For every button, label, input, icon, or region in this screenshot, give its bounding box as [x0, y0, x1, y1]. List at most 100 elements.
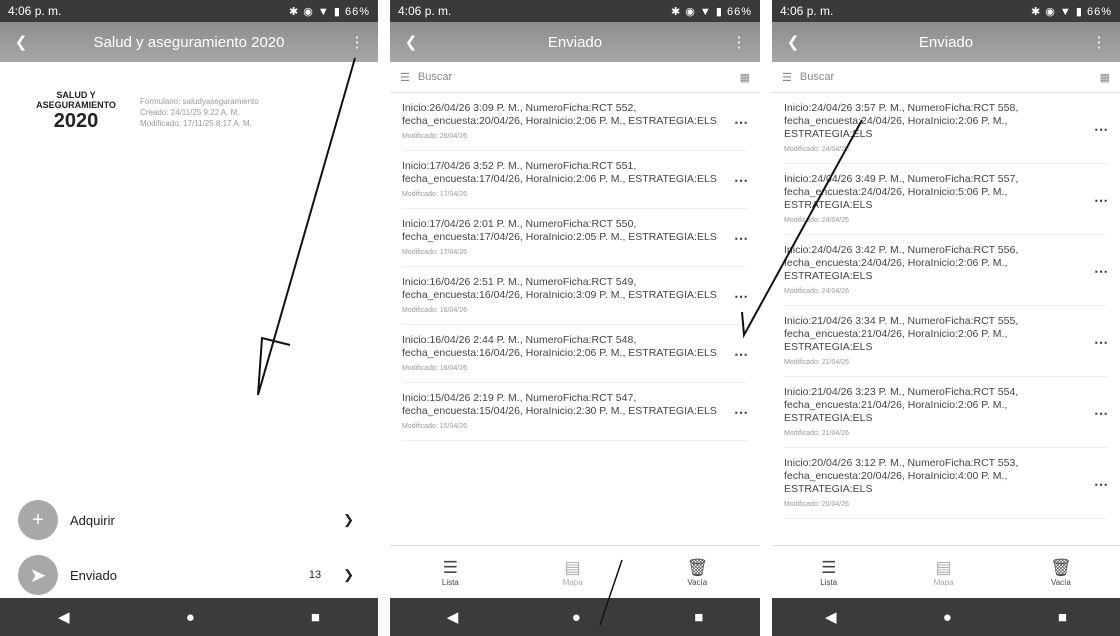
- item-sub: Modificado: 17/04/26: [402, 249, 467, 256]
- kebab-menu-icon[interactable]: ⋮: [1088, 33, 1110, 51]
- item-text: Inicio:21/04/26 3:34 P. M., NumeroFicha:…: [784, 315, 1019, 353]
- enviado-label: Enviado: [70, 567, 117, 583]
- more-icon[interactable]: ⋯: [1084, 192, 1108, 209]
- submission-list: Inicio:24/04/26 3:57 P. M., NumeroFicha:…: [772, 93, 1120, 519]
- more-icon[interactable]: ⋯: [1084, 334, 1108, 351]
- adquirir-row[interactable]: + Adquirir ❯: [18, 500, 354, 540]
- lista-button[interactable]: ☰ Lista: [442, 558, 459, 587]
- home-nav-icon[interactable]: ●: [186, 609, 195, 626]
- chevron-left-icon[interactable]: ❮: [782, 33, 804, 51]
- more-icon[interactable]: ⋯: [724, 230, 748, 247]
- app-bar: ❮ Enviado ⋮: [390, 22, 760, 62]
- list-item[interactable]: Inicio:24/04/26 3:42 P. M., NumeroFicha:…: [784, 235, 1108, 306]
- submission-list: Inicio:26/04/26 3:09 P. M., NumeroFicha:…: [390, 93, 760, 441]
- meta-line1: Formulario: saludyaseguramiento: [140, 97, 259, 106]
- select-all-icon[interactable]: ▦: [740, 71, 750, 84]
- more-icon[interactable]: ⋯: [724, 404, 748, 421]
- list-item[interactable]: Inicio:17/04/26 3:52 P. M., NumeroFicha:…: [402, 151, 748, 209]
- mapa-button[interactable]: ▤ Mapa: [934, 558, 954, 587]
- item-sub: Modificado: 24/04/26: [784, 217, 849, 224]
- kebab-menu-icon[interactable]: ⋮: [346, 33, 368, 51]
- search-row: ☰ Buscar ▦: [772, 62, 1120, 93]
- item-text: Inicio:21/04/26 3:23 P. M., NumeroFicha:…: [784, 386, 1019, 424]
- item-text: Inicio:15/04/26 2:19 P. M., NumeroFicha:…: [402, 392, 717, 417]
- more-icon[interactable]: ⋯: [1084, 121, 1108, 138]
- status-time: 4:06 p. m.: [8, 4, 62, 18]
- system-navbar: ◀ ● ■: [390, 598, 760, 636]
- recents-nav-icon[interactable]: ■: [1058, 609, 1067, 626]
- item-sub: Modificado: 26/04/26: [402, 133, 467, 140]
- mapa-button[interactable]: ▤ Mapa: [563, 558, 583, 587]
- list-item[interactable]: Inicio:17/04/26 2:01 P. M., NumeroFicha:…: [402, 209, 748, 267]
- kebab-menu-icon[interactable]: ⋮: [728, 33, 750, 51]
- item-text: Inicio:16/04/26 2:51 P. M., NumeroFicha:…: [402, 276, 717, 301]
- more-icon[interactable]: ⋯: [724, 288, 748, 305]
- page-title: Enviado: [918, 33, 974, 51]
- list-item[interactable]: Inicio:15/04/26 2:19 P. M., NumeroFicha:…: [402, 383, 748, 441]
- more-icon[interactable]: ⋯: [1084, 263, 1108, 280]
- phone-sent-list-1: 4:06 p. m. ✱ ◉ ▼ ▮ 66% ❮ Enviado ⋮ ☰ Bus…: [390, 0, 760, 636]
- map-icon: ▤: [935, 557, 952, 577]
- list-item[interactable]: Inicio:21/04/26 3:23 P. M., NumeroFicha:…: [784, 377, 1108, 448]
- enviado-count: 13: [308, 569, 322, 581]
- bottom-toolbar: ☰ Lista ▤ Mapa 🗑 Vacía: [772, 545, 1120, 598]
- list-icon: ☰: [821, 557, 837, 577]
- status-bar: 4:06 p. m. ✱ ◉ ▼ ▮ 66%: [0, 0, 378, 22]
- vacia-label: Vacía: [1050, 577, 1071, 587]
- vacia-button[interactable]: 🗑 Vacía: [1050, 558, 1072, 587]
- item-sub: Modificado: 24/04/26: [784, 288, 849, 295]
- select-all-icon[interactable]: ▦: [1100, 71, 1110, 84]
- list-item[interactable]: Inicio:26/04/26 3:09 P. M., NumeroFicha:…: [402, 93, 748, 151]
- form-meta: Formulario: saludyaseguramiento Creado: …: [140, 90, 259, 132]
- search-input[interactable]: Buscar: [418, 71, 452, 83]
- filter-icon[interactable]: ☰: [400, 71, 410, 84]
- back-nav-icon[interactable]: ◀: [825, 608, 837, 626]
- item-text: Inicio:17/04/26 2:01 P. M., NumeroFicha:…: [402, 218, 717, 243]
- chevron-right-icon: ❯: [343, 512, 354, 527]
- back-nav-icon[interactable]: ◀: [447, 608, 459, 626]
- lista-button[interactable]: ☰ Lista: [820, 558, 837, 587]
- item-text: Inicio:24/04/26 3:42 P. M., NumeroFicha:…: [784, 244, 1019, 282]
- more-icon[interactable]: ⋯: [724, 114, 748, 131]
- system-navbar: ◀ ● ■: [0, 598, 378, 636]
- list-item[interactable]: Inicio:20/04/26 3:12 P. M., NumeroFicha:…: [784, 448, 1108, 519]
- vacia-button[interactable]: 🗑 Vacía: [686, 558, 708, 587]
- enviado-row[interactable]: ➤ Enviado 13 ❯: [18, 555, 354, 595]
- item-text: Inicio:20/04/26 3:12 P. M., NumeroFicha:…: [784, 457, 1019, 495]
- list-item[interactable]: Inicio:16/04/26 2:51 P. M., NumeroFicha:…: [402, 267, 748, 325]
- item-text: Inicio:16/04/26 2:44 P. M., NumeroFicha:…: [402, 334, 717, 359]
- more-icon[interactable]: ⋯: [1084, 405, 1108, 422]
- more-icon[interactable]: ⋯: [724, 172, 748, 189]
- trash-icon: 🗑: [1050, 557, 1072, 577]
- item-sub: Modificado: 15/04/26: [402, 423, 467, 430]
- status-bar: 4:06 p. m. ✱ ◉ ▼ ▮ 66%: [390, 0, 760, 22]
- form-header: SALUD Y ASEGURAMIENTO 2020 Formulario: s…: [0, 62, 378, 132]
- chevron-left-icon[interactable]: ❮: [10, 33, 32, 51]
- more-icon[interactable]: ⋯: [724, 346, 748, 363]
- item-text: Inicio:17/04/26 3:52 P. M., NumeroFicha:…: [402, 160, 717, 185]
- list-icon: ☰: [442, 557, 458, 577]
- list-item[interactable]: Inicio:16/04/26 2:44 P. M., NumeroFicha:…: [402, 325, 748, 383]
- recents-nav-icon[interactable]: ■: [694, 609, 703, 626]
- list-item[interactable]: Inicio:21/04/26 3:34 P. M., NumeroFicha:…: [784, 306, 1108, 377]
- logo-line1: SALUD Y: [56, 90, 96, 100]
- chevron-left-icon[interactable]: ❮: [400, 33, 422, 51]
- item-sub: Modificado: 24/04/26: [784, 146, 849, 153]
- filter-icon[interactable]: ☰: [782, 71, 792, 84]
- back-nav-icon[interactable]: ◀: [58, 608, 70, 626]
- search-input[interactable]: Buscar: [800, 71, 834, 83]
- page-title: Enviado: [547, 33, 603, 51]
- more-icon[interactable]: ⋯: [1084, 476, 1108, 493]
- home-nav-icon[interactable]: ●: [572, 609, 581, 626]
- search-row: ☰ Buscar ▦: [390, 62, 760, 93]
- chevron-right-icon: ❯: [343, 567, 354, 582]
- item-sub: Modificado: 21/04/26: [784, 430, 849, 437]
- item-sub: Modificado: 17/04/26: [402, 191, 467, 198]
- status-icons: ✱ ◉ ▼ ▮ 66%: [289, 5, 370, 18]
- status-bar: 4:06 p. m. ✱ ◉ ▼ ▮ 66%: [772, 0, 1120, 22]
- home-nav-icon[interactable]: ●: [943, 609, 952, 626]
- list-item[interactable]: Inicio:24/04/26 3:57 P. M., NumeroFicha:…: [784, 93, 1108, 164]
- list-item[interactable]: Inicio:24/04/26 3:49 P. M., NumeroFicha:…: [784, 164, 1108, 235]
- mapa-label: Mapa: [933, 577, 954, 587]
- recents-nav-icon[interactable]: ■: [311, 609, 320, 626]
